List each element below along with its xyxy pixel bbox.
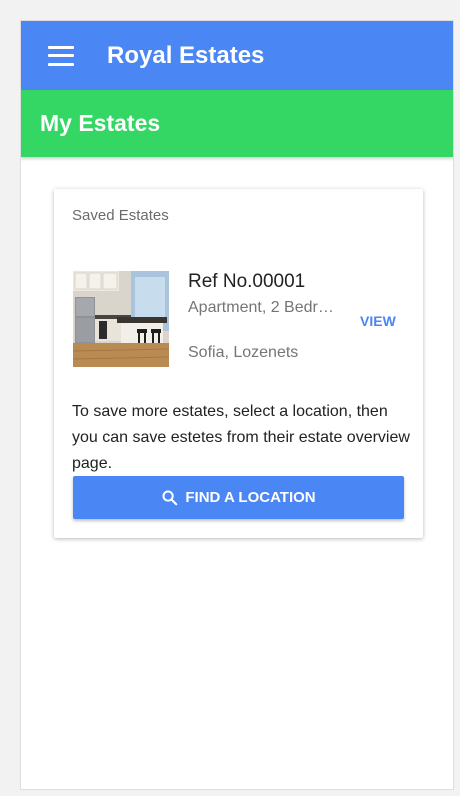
find-location-button[interactable]: FIND A LOCATION [73,476,404,519]
app-bar: Royal Estates [21,21,453,90]
find-location-label: FIND A LOCATION [185,489,316,506]
search-icon [162,490,178,506]
page-header: My Estates [21,90,453,157]
info-text: To save more estates, select a location,… [72,403,410,472]
app-title: Royal Estates [107,41,265,69]
card-header: Saved Estates [72,207,169,224]
app-frame: Royal Estates My Estates Saved Estates R… [20,20,454,790]
saved-estates-card: Saved Estates Ref No.00001 Apartment, 2 … [54,189,423,538]
estate-type: Apartment, 2 Bedrooms [188,299,338,316]
estate-location: Sofia, Lozenets [188,344,299,361]
estate-ref-number: Ref No.00001 [188,271,306,292]
page-title: My Estates [40,110,161,136]
view-estate-button[interactable]: VIEW [360,313,396,329]
estate-thumbnail[interactable] [73,271,169,367]
menu-icon[interactable] [48,45,74,66]
